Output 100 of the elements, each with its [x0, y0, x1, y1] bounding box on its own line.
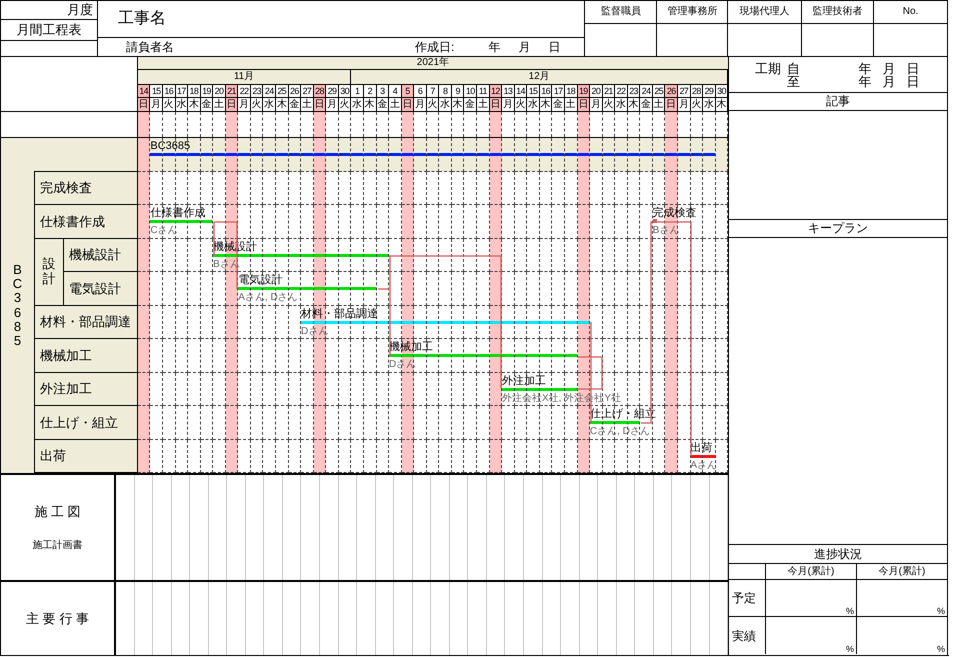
year-header: 2021年	[138, 57, 728, 70]
day-cell: 19	[578, 85, 590, 97]
percent-value: %	[936, 606, 945, 616]
month-header: 12月	[351, 70, 728, 84]
weekday-cell: 月	[414, 98, 427, 111]
day-cell: 17	[176, 85, 188, 97]
weekday-cell: 土	[389, 98, 402, 111]
task-name-cell: 機械設計	[64, 238, 137, 272]
weekday-cell: 木	[276, 98, 289, 111]
weekday-cell: 火	[426, 98, 440, 111]
date-unit: 月	[882, 62, 896, 74]
day-cell: 28	[690, 85, 704, 97]
weekday-cell: 土	[301, 98, 314, 111]
day-cell: 5	[402, 85, 414, 97]
assignee-label: Aさん	[690, 460, 717, 470]
weekday-cell: 金	[376, 98, 390, 111]
day-cell: 14	[138, 85, 150, 97]
weekday-cell: 日	[665, 98, 678, 111]
weekday-cell: 日	[314, 98, 326, 111]
task-name-cell: 仕様書作成	[34, 205, 137, 238]
day-cell: 24	[263, 85, 276, 97]
day-cell: 13	[502, 85, 515, 97]
progress-header: 進捗状況	[729, 545, 947, 564]
weekday-cell: 月	[326, 98, 339, 111]
task-name-cell: 機械加工	[34, 339, 137, 372]
progress-column-header: 今月(累計)	[766, 564, 857, 579]
task-name-cell: 完成検査	[34, 172, 137, 205]
weekday-cell: 月	[238, 98, 251, 111]
approval-header: 監督職員	[585, 1, 656, 24]
approval-header: 現場代理人	[728, 1, 802, 24]
task-label: 仕様書作成	[150, 207, 206, 219]
weekday-cell: 水	[263, 98, 276, 111]
progress-column-header: 今月(累計)	[878, 564, 926, 579]
task-label: 完成検査	[652, 207, 697, 219]
weekday-cell: 土	[213, 98, 226, 111]
progress-row-label: 実績	[729, 617, 766, 654]
day-cell: 30	[716, 85, 728, 97]
task-label: 外注加工	[502, 374, 546, 386]
day-cell: 15	[150, 85, 163, 97]
approval-header: No.	[874, 1, 947, 24]
day-cell: 24	[640, 85, 653, 97]
weekday-cell: 火	[338, 98, 352, 111]
day-cell: 16	[162, 85, 176, 97]
weekday-cell: 火	[690, 98, 704, 111]
day-cell: 11	[477, 85, 490, 97]
weekday-cell: 水	[176, 98, 188, 111]
day-cell: 23	[628, 85, 640, 97]
day-cell: 20	[213, 85, 226, 97]
task-name-cell: 出荷	[34, 440, 137, 473]
percent-value: %	[936, 644, 945, 654]
section-title: 主 要 行 事	[26, 610, 89, 628]
weekday-cell: 木	[628, 98, 640, 111]
day-cell: 27	[301, 85, 314, 97]
day-cell: 18	[564, 85, 578, 97]
weekday-cell: 火	[162, 98, 176, 111]
schedule-title: 月間工程表	[1, 20, 97, 41]
weekday-cell: 金	[640, 98, 653, 111]
day-cell: 14	[514, 85, 528, 97]
weekday-cell: 金	[200, 98, 214, 111]
day-cell: 23	[250, 85, 264, 97]
period-mark: 自	[787, 62, 801, 74]
task-label: 材料・部品調達	[301, 308, 378, 320]
day-cell: 15	[527, 85, 540, 97]
month-label: 月度	[1, 1, 97, 20]
weekday-cell: 日	[138, 98, 150, 111]
date-unit: 日	[906, 62, 920, 74]
date-unit: 年	[858, 62, 872, 74]
project-code-label: BC3685	[12, 262, 24, 348]
day-cell: 25	[276, 85, 289, 97]
weekday-cell: 金	[552, 98, 565, 111]
day-cell: 17	[552, 85, 565, 97]
weekday-cell: 日	[578, 98, 590, 111]
date-unit: 年	[858, 74, 872, 88]
assignee-label: Cさん	[150, 225, 178, 236]
section-title: 施 工 図	[34, 503, 81, 522]
weekday-cell: 月	[678, 98, 691, 111]
month-header: 11月	[138, 70, 352, 84]
day-cell: 3	[376, 85, 390, 97]
notes-header: 記事	[729, 93, 947, 111]
weekday-cell: 火	[250, 98, 264, 111]
assignee-label: Aさん, Dさん	[238, 292, 298, 303]
day-cell: 26	[288, 85, 302, 97]
weekday-cell: 木	[716, 98, 728, 111]
weekday-cell: 水	[439, 98, 452, 111]
day-cell: 29	[703, 85, 716, 97]
task-label: BC3685	[150, 140, 190, 152]
task-name-cell-text: 電気設計	[68, 280, 122, 298]
period-label: 工期	[755, 60, 781, 76]
day-cell: 29	[326, 85, 339, 97]
date-unit: 月	[882, 74, 896, 88]
key-plan-header: キープラン	[729, 220, 947, 238]
section-subtitle: 施工計画書	[32, 538, 82, 553]
day-cell: 27	[678, 85, 691, 97]
day-cell: 22	[615, 85, 628, 97]
progress-row-label: 予定	[729, 580, 766, 616]
approval-header: 管理事務所	[657, 1, 728, 24]
day-cell: 21	[226, 85, 238, 97]
task-name-cell: 仕上げ・組立	[34, 406, 137, 440]
day-cell: 28	[314, 85, 326, 97]
holiday-column	[138, 112, 150, 137]
